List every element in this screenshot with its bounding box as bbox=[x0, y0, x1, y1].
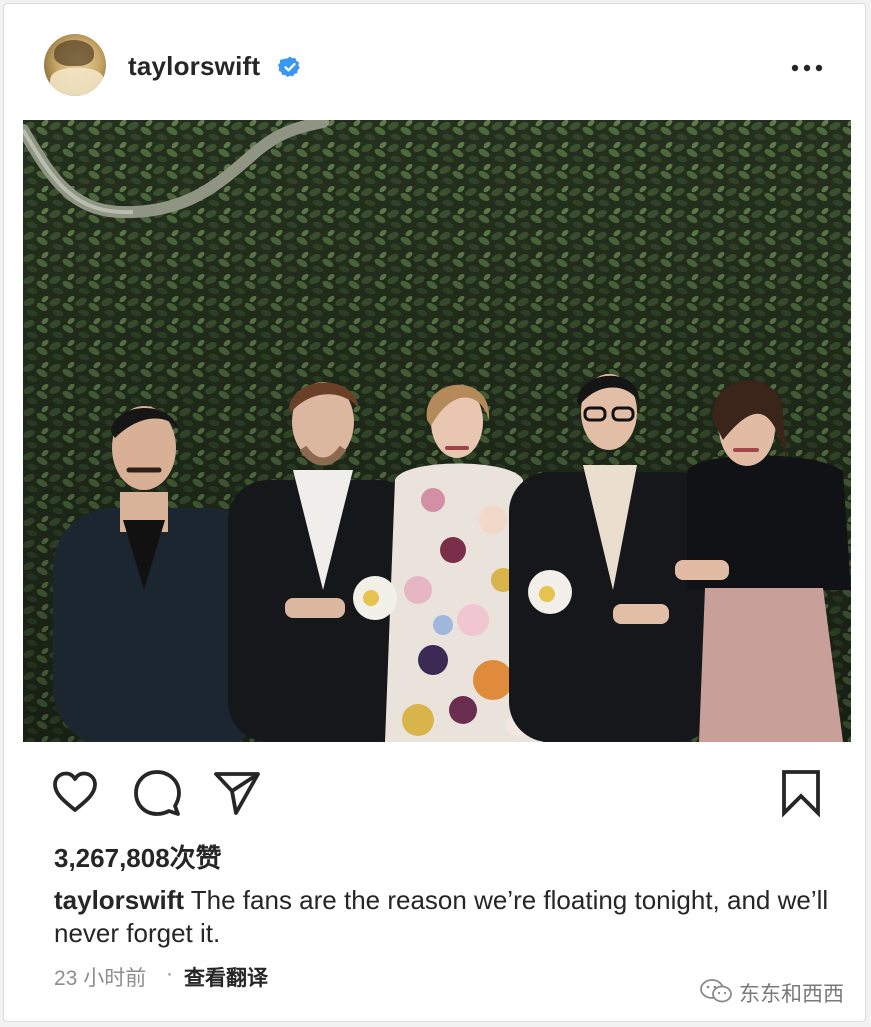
avatar-dress-shape bbox=[50, 68, 104, 96]
avatar-hair-shape bbox=[54, 40, 94, 66]
comment-bubble-icon[interactable] bbox=[132, 768, 182, 818]
likes-suffix: 次赞 bbox=[169, 843, 222, 873]
post-timestamp[interactable]: 23 小时前 bbox=[54, 962, 146, 992]
post-photo[interactable] bbox=[23, 120, 851, 742]
verified-badge-icon bbox=[278, 56, 300, 77]
bookmark-icon[interactable] bbox=[776, 768, 826, 818]
wechat-logo-icon bbox=[700, 979, 732, 1003]
likes-count[interactable]: 3,267,808次赞 bbox=[54, 838, 222, 875]
post-caption: taylorswift The fans are the reason we’r… bbox=[54, 884, 834, 950]
see-translation-link[interactable]: 查看翻译 bbox=[184, 962, 268, 992]
instagram-post-card: taylorswift 3,267,808次赞 taylorswift The … bbox=[3, 3, 866, 1022]
post-username[interactable]: taylorswift bbox=[128, 51, 260, 82]
more-options-icon[interactable] bbox=[789, 60, 825, 76]
profile-avatar[interactable] bbox=[44, 34, 106, 96]
heart-icon[interactable] bbox=[50, 768, 100, 818]
meta-separator: · bbox=[166, 962, 173, 985]
photo-illustration bbox=[23, 120, 851, 742]
likes-number: 3,267,808 bbox=[54, 843, 170, 873]
watermark-text: 东东和西西 bbox=[739, 983, 844, 1006]
paper-plane-icon[interactable] bbox=[212, 768, 262, 818]
caption-username[interactable]: taylorswift bbox=[54, 885, 184, 915]
